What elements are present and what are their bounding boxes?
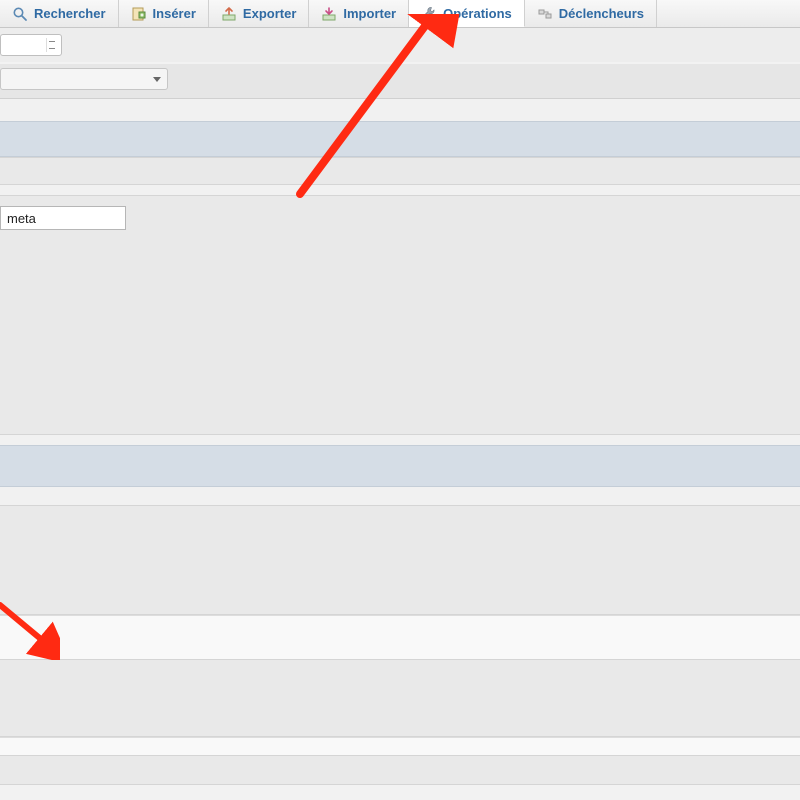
table-name-input[interactable] [0, 206, 126, 230]
spacer-wide [0, 615, 800, 659]
spacer [0, 487, 800, 505]
tab-declencheurs[interactable]: Déclencheurs [525, 0, 657, 27]
tab-rechercher[interactable]: Rechercher [0, 0, 119, 27]
panel-strip-2 [0, 755, 800, 785]
import-icon [321, 6, 337, 22]
trigger-icon [537, 6, 553, 22]
panel-strip-1 [0, 157, 800, 185]
tab-label: Opérations [443, 6, 512, 21]
panel-main-2 [0, 505, 800, 615]
spacer [0, 737, 800, 755]
tab-exporter[interactable]: Exporter [209, 0, 309, 27]
tab-label: Rechercher [34, 6, 106, 21]
panel-main-3 [0, 659, 800, 737]
toolbar-row [0, 28, 800, 62]
number-spinner[interactable] [0, 34, 62, 56]
search-icon [12, 6, 28, 22]
select-row [0, 64, 800, 99]
tab-label: Insérer [153, 6, 196, 21]
tab-label: Déclencheurs [559, 6, 644, 21]
tab-label: Importer [343, 6, 396, 21]
wrench-icon [421, 5, 437, 21]
panel-main-1 [0, 195, 800, 435]
dropdown-select[interactable] [0, 68, 168, 90]
tab-importer[interactable]: Importer [309, 0, 409, 27]
tab-inserer[interactable]: Insérer [119, 0, 209, 27]
tab-label: Exporter [243, 6, 296, 21]
insert-icon [131, 6, 147, 22]
section-header-1 [0, 121, 800, 157]
tab-operations[interactable]: Opérations [409, 0, 525, 27]
spacer [0, 99, 800, 121]
export-icon [221, 6, 237, 22]
spacer [0, 185, 800, 195]
spacer [0, 435, 800, 445]
tab-bar: Rechercher Insérer Exporter Importer Opé… [0, 0, 800, 28]
section-header-2 [0, 445, 800, 487]
